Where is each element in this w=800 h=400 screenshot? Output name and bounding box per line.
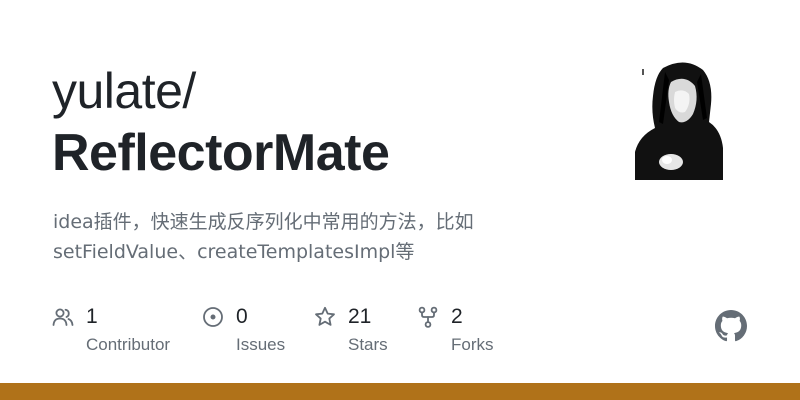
stat-contributors[interactable]: 1 Contributor [52, 303, 192, 363]
forks-label: Forks [451, 335, 494, 354]
forks-count: 2 [451, 305, 463, 328]
stars-count: 21 [348, 305, 372, 328]
contributors-label: Contributor [86, 335, 171, 354]
repo-name[interactable]: ReflectorMate [52, 122, 390, 184]
issues-count: 0 [236, 305, 248, 328]
repo-description: idea插件，快速生成反序列化中常用的方法，比如 setFieldValue、c… [53, 207, 573, 267]
issue-icon [202, 306, 224, 328]
stars-label: Stars [348, 335, 388, 354]
contributors-count: 1 [86, 305, 98, 328]
github-mark-icon[interactable] [715, 310, 747, 342]
language-bar [0, 383, 800, 400]
owner-avatar[interactable] [625, 52, 735, 184]
stat-stars[interactable]: 21 Stars [314, 303, 414, 363]
repo-owner[interactable]: yulate/ [52, 62, 196, 120]
fork-icon [417, 306, 439, 328]
star-icon [314, 306, 336, 328]
issues-label: Issues [236, 335, 286, 354]
avatar-image [625, 52, 735, 184]
repo-description-line-1: idea插件，快速生成反序列化中常用的方法，比如 [53, 211, 474, 233]
repo-description-line-2: setFieldValue、createTemplatesImpl等 [53, 241, 415, 263]
stat-issues[interactable]: 0 Issues [202, 303, 312, 363]
stat-forks[interactable]: 2 Forks [417, 303, 517, 363]
people-icon [52, 306, 74, 328]
repo-social-card: yulate/ ReflectorMate idea插件，快速生成反序列化中常用… [0, 0, 800, 400]
